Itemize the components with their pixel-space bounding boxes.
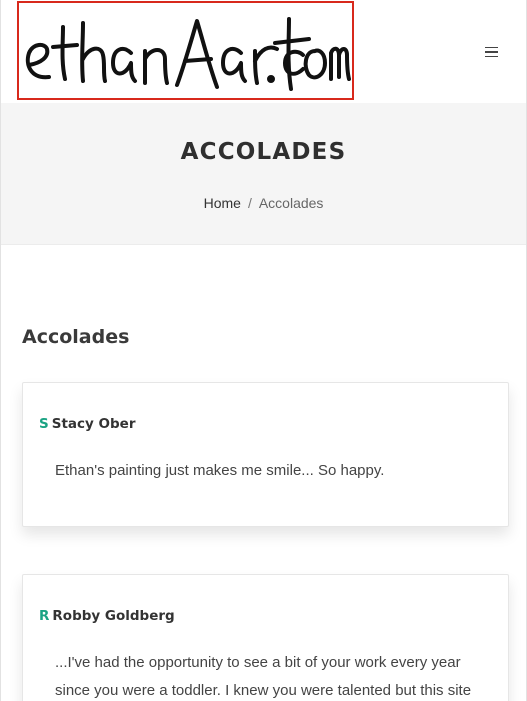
author-initial: R [39, 608, 50, 624]
menu-toggle-button[interactable] [479, 40, 503, 64]
hamburger-icon [484, 46, 498, 58]
logo-handwriting-image [25, 17, 351, 91]
breadcrumb-current: Accolades [258, 195, 324, 211]
page: ACCOLADES Home / Accolades Accolades S Stac… [0, 0, 527, 701]
accolade-card: R Robby Goldberg ...I've had the opportun… [22, 574, 509, 701]
breadcrumb: Home / Accolades [1, 195, 526, 211]
author-name: Robby Goldberg [52, 608, 175, 624]
breadcrumb-home-link[interactable]: Home [204, 195, 241, 211]
site-logo[interactable] [17, 1, 354, 100]
author-name: Stacy Ober [51, 416, 136, 432]
breadcrumb-separator: / [247, 195, 252, 211]
accolade-quote: Ethan's painting just makes me smile... … [55, 462, 385, 479]
accolade-author: S Stacy Ober [39, 416, 135, 432]
page-title-banner: ACCOLADES Home / Accolades [1, 103, 526, 245]
accolade-quote: ...I've had the opportunity to see a bit… [55, 654, 472, 699]
section-heading: Accolades [22, 326, 130, 348]
site-header [1, 0, 526, 103]
accolade-author: R Robby Goldberg [39, 608, 175, 624]
page-title: ACCOLADES [180, 139, 347, 165]
accolade-card: S Stacy Ober Ethan's painting just makes … [22, 382, 509, 527]
author-initial: S [39, 416, 49, 432]
